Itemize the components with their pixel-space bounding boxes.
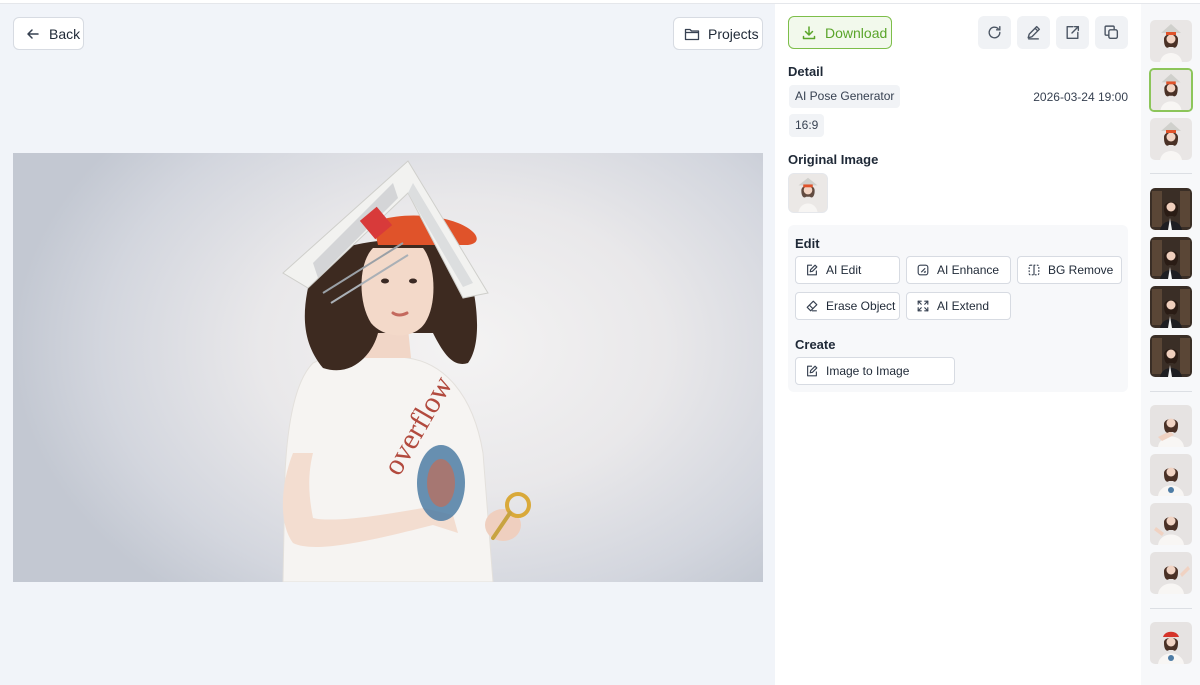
history-thumbnail[interactable] (1150, 20, 1192, 62)
thumbnail-image (1151, 70, 1191, 110)
image-to-image-label: Image to Image (826, 364, 910, 378)
group-divider (1150, 608, 1192, 609)
history-thumbnail[interactable] (1150, 503, 1192, 545)
thumbnail-image (1150, 20, 1192, 62)
thumbnail-image (1150, 405, 1192, 447)
bg-remove-label: BG Remove (1048, 263, 1114, 277)
bg-remove-icon (1028, 264, 1040, 276)
ai-edit-icon (807, 264, 818, 276)
image-to-image-button[interactable]: Image to Image (795, 357, 955, 385)
thumbnail-image (1150, 335, 1192, 377)
ai-edit-label: AI Edit (826, 263, 862, 277)
history-thumbnail[interactable] (1150, 286, 1192, 328)
ai-extend-label: AI Extend (937, 299, 990, 313)
refresh-icon (988, 25, 1001, 39)
erase-object-button[interactable]: Erase Object (795, 292, 900, 320)
arrow-left-icon (27, 28, 39, 39)
group-divider (1150, 391, 1192, 392)
portrait-illustration: overflow (282, 160, 531, 582)
created-date: 2026-03-24 19:00 (1033, 90, 1128, 104)
history-thumbnail-selected[interactable] (1149, 68, 1193, 112)
folder-icon (684, 28, 700, 40)
thumbnail-image (1150, 622, 1192, 664)
history-thumbnail[interactable] (1150, 188, 1192, 230)
thumbnail-image (1150, 118, 1192, 160)
aspect-ratio-tag: 16:9 (789, 114, 825, 137)
group-divider (1150, 173, 1192, 174)
back-label: Back (49, 25, 81, 42)
thumbnail-image (1150, 552, 1192, 594)
edit-button[interactable] (1017, 16, 1050, 49)
expand-icon (917, 300, 929, 312)
history-thumbnail[interactable] (1150, 622, 1192, 664)
portrait-thumbnail (789, 174, 827, 212)
generator-tag: AI Pose Generator (789, 85, 901, 108)
download-label: Download (825, 24, 888, 41)
projects-label: Projects (708, 25, 759, 42)
history-thumbnail[interactable] (1150, 118, 1192, 160)
thumbnail-image (1150, 454, 1192, 496)
history-strip (1141, 3, 1200, 685)
image-canvas: Back Projects overflow (0, 3, 775, 685)
erase-object-label: Erase Object (826, 299, 896, 313)
thumbnail-image (1150, 188, 1192, 230)
history-thumbnail[interactable] (1150, 237, 1192, 279)
enhance-icon (917, 264, 929, 276)
thumbnail-image (1150, 286, 1192, 328)
original-image-heading: Original Image (788, 152, 879, 167)
history-thumbnail[interactable] (1150, 405, 1192, 447)
ai-edit-button[interactable]: AI Edit (795, 256, 900, 284)
duplicate-button[interactable] (1095, 16, 1128, 49)
ai-enhance-button[interactable]: AI Enhance (906, 256, 1011, 284)
download-button[interactable]: Download (788, 16, 892, 49)
history-thumbnail[interactable] (1150, 335, 1192, 377)
regenerate-button[interactable] (978, 16, 1011, 49)
projects-button[interactable]: Projects (673, 17, 763, 50)
history-thumbnail[interactable] (1150, 552, 1192, 594)
ai-extend-button[interactable]: AI Extend (906, 292, 1011, 320)
eraser-icon (806, 300, 818, 312)
generated-image: overflow (13, 153, 763, 582)
copy-icon (1104, 25, 1119, 40)
detail-panel: Download Detail AI Pose Generator 2026-0… (775, 3, 1141, 685)
ai-enhance-label: AI Enhance (937, 263, 1000, 277)
create-heading: Create (795, 337, 836, 352)
download-icon (802, 25, 816, 39)
thumbnail-image (1150, 503, 1192, 545)
original-image-thumbnail[interactable] (788, 173, 828, 213)
pencil-icon (1027, 25, 1041, 40)
edit-actions-card: Edit AI Edit AI Enhance BG Remove Erase … (788, 225, 1128, 392)
history-thumbnail[interactable] (1150, 454, 1192, 496)
detail-heading: Detail (788, 64, 824, 79)
share-icon (1066, 25, 1080, 40)
thumbnail-image (1150, 237, 1192, 279)
back-button[interactable]: Back (13, 17, 84, 50)
edit-heading: Edit (795, 236, 820, 251)
bg-remove-button[interactable]: BG Remove (1017, 256, 1122, 284)
share-button[interactable] (1056, 16, 1089, 49)
image-to-image-icon (807, 365, 818, 377)
